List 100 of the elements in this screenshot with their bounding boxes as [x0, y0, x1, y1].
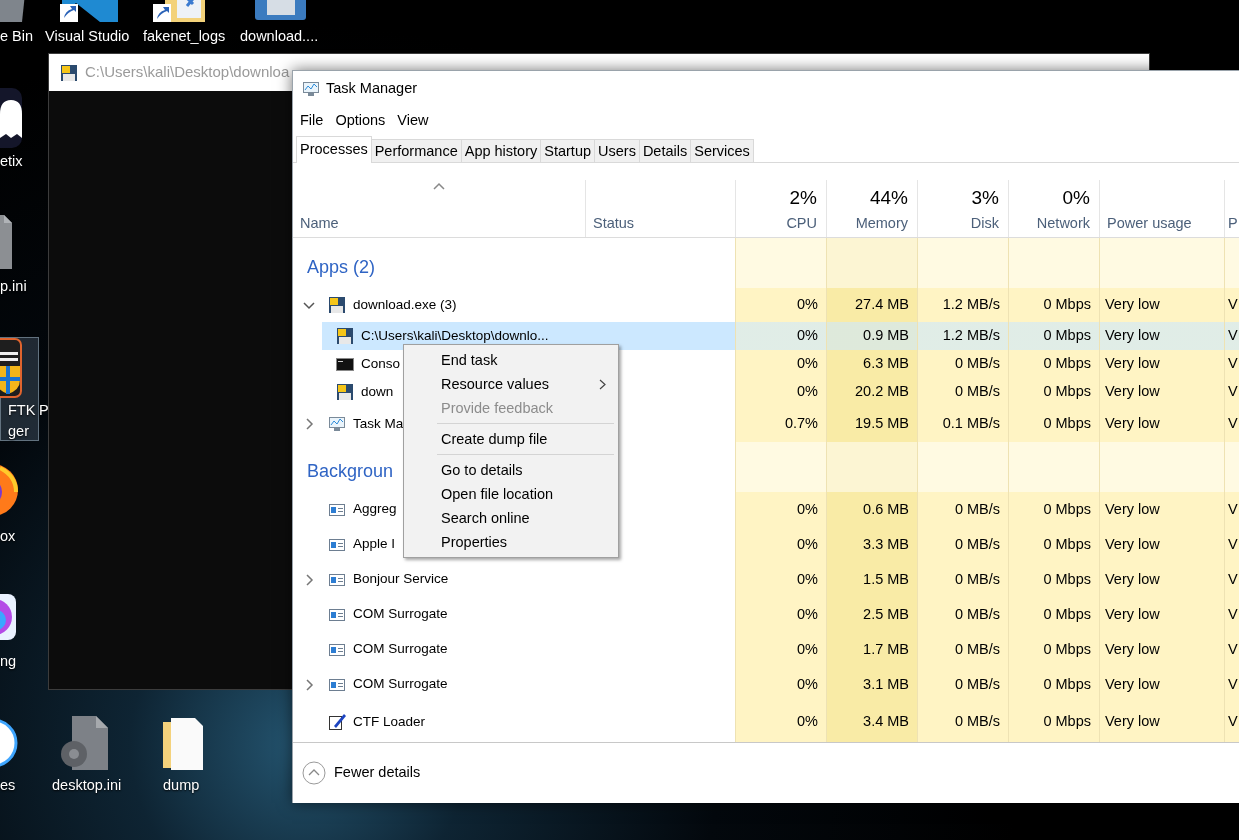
console-icon — [336, 355, 354, 373]
tab[interactable]: Processes — [296, 136, 372, 163]
column-header[interactable]: 44% Memory — [826, 180, 917, 237]
table-cell: 0 Mbps — [1008, 378, 1099, 406]
table-cell: 0 Mbps — [1008, 350, 1099, 378]
fewer-details-button[interactable]: Fewer details — [302, 761, 421, 785]
menu-item[interactable]: Search online — [406, 506, 616, 530]
table-cell: V — [1224, 492, 1239, 527]
table-cell: Very low — [1099, 406, 1224, 442]
column-header[interactable]: 2% CPU — [735, 180, 826, 237]
table-cell: 0% — [735, 632, 826, 667]
icon-label: desktop.ini — [52, 776, 122, 794]
table-cell: Very low — [1099, 527, 1224, 562]
icon-label: e Bin — [0, 27, 34, 45]
column-label: Memory — [855, 214, 908, 232]
menu-item[interactable]: Options — [329, 108, 392, 131]
menu-item[interactable]: End task — [406, 348, 616, 372]
column-header[interactable]: Power usage — [1099, 180, 1224, 237]
circle-app-icon[interactable] — [0, 718, 18, 768]
monitor-chart-icon — [328, 415, 346, 433]
tab[interactable]: Services — [690, 139, 754, 162]
column-label: Disk — [970, 214, 999, 232]
table-cell: 1.2 MB/s — [917, 322, 1008, 350]
table-cell: Very low — [1099, 350, 1224, 378]
tab[interactable]: App history — [460, 139, 542, 162]
table-cell: 1.2 MB/s — [917, 288, 1008, 322]
icon-label: download.... — [240, 27, 319, 45]
app-shortcut-icon[interactable] — [60, 0, 118, 22]
column-total: 2% — [789, 186, 817, 210]
table-cell: 0% — [735, 378, 826, 406]
column-label: Power usage — [1107, 214, 1193, 232]
process-name[interactable]: COM Surrogate — [353, 604, 448, 625]
table-cell: Very low — [1099, 322, 1224, 350]
menu-item[interactable]: Open file location — [406, 482, 616, 506]
process-name[interactable]: COM Surrogate — [353, 674, 448, 695]
table-cell: 0 Mbps — [1008, 702, 1099, 742]
column-header[interactable]: Name — [293, 180, 585, 237]
table-cell: 0 Mbps — [1008, 527, 1099, 562]
app-window-icon — [336, 383, 354, 401]
table-cell: 20.2 MB — [826, 378, 917, 406]
icon-label: fakenet_logs — [143, 27, 226, 45]
process-name[interactable]: Bonjour Service — [353, 569, 449, 590]
tab[interactable]: Details — [638, 139, 692, 162]
process-name[interactable]: CTF Loader — [353, 711, 426, 733]
table-cell: 3.4 MB — [826, 702, 917, 742]
process-name[interactable]: download.exe (3) — [353, 294, 457, 316]
menu-item[interactable]: Create dump file — [406, 427, 616, 451]
tab[interactable]: Performance — [370, 139, 462, 162]
process-name[interactable]: Conso — [361, 353, 401, 375]
settings-file-icon[interactable] — [58, 716, 108, 770]
icon-label: FTK — [8, 401, 36, 419]
column-header[interactable]: Status — [585, 180, 735, 237]
table-cell: V — [1224, 350, 1239, 378]
browser-app-icon[interactable] — [0, 462, 18, 518]
column-label: Name — [300, 214, 340, 232]
menu-item[interactable]: Go to details — [406, 458, 616, 482]
column-label: P — [1228, 214, 1239, 232]
table-cell: 0 MB/s — [917, 667, 1008, 702]
table-cell: 2.5 MB — [826, 597, 917, 632]
table-cell: 0.9 MB — [826, 322, 917, 350]
table-cell: 0% — [735, 667, 826, 702]
table-cell: 0 MB/s — [917, 378, 1008, 406]
tab[interactable]: Startup — [540, 139, 595, 162]
table-cell: V — [1224, 378, 1239, 406]
process-name[interactable]: Task Ma — [353, 413, 404, 435]
table-cell: Very low — [1099, 562, 1224, 597]
app-tile-icon[interactable] — [0, 594, 16, 640]
menu-item[interactable]: Properties — [406, 530, 616, 554]
process-name[interactable]: Apple I — [353, 534, 396, 555]
table-cell: 3.1 MB — [826, 667, 917, 702]
icon-label: ox — [0, 527, 16, 545]
file-icon[interactable] — [0, 215, 12, 269]
table-cell: V — [1224, 632, 1239, 667]
table-cell: V — [1224, 406, 1239, 442]
column-header[interactable]: P — [1224, 180, 1239, 237]
group-heading: Apps (2) — [306, 255, 376, 279]
table-cell: 0 MB/s — [917, 597, 1008, 632]
menu-item[interactable]: File — [294, 108, 330, 131]
table-cell: V — [1224, 597, 1239, 632]
ghost-app-icon[interactable] — [0, 88, 22, 148]
icon-label: p.ini — [0, 277, 27, 295]
folder-icon[interactable] — [163, 718, 203, 770]
app-window-icon — [336, 327, 354, 345]
table-cell: 0% — [735, 527, 826, 562]
process-name[interactable]: C:\Users\kali\Desktop\downlo... — [361, 325, 549, 347]
table-cell: Very low — [1099, 632, 1224, 667]
folder-shortcut-icon[interactable] — [153, 0, 207, 22]
process-name[interactable]: down — [361, 381, 394, 403]
table-cell: 0 MB/s — [917, 350, 1008, 378]
menu-item[interactable]: View — [391, 108, 435, 131]
shield-icon[interactable] — [0, 338, 22, 398]
table-cell: 0% — [735, 597, 826, 632]
process-name[interactable]: COM Surrogate — [353, 639, 448, 660]
table-cell: 0 MB/s — [917, 492, 1008, 527]
column-header[interactable]: 3% Disk — [917, 180, 1008, 237]
process-name[interactable]: Aggreg — [353, 499, 397, 520]
tab[interactable]: Users — [594, 139, 640, 162]
menu-item[interactable]: Resource values — [406, 372, 616, 396]
column-header[interactable]: 0% Network — [1008, 180, 1099, 237]
column-label: Status — [593, 214, 636, 232]
